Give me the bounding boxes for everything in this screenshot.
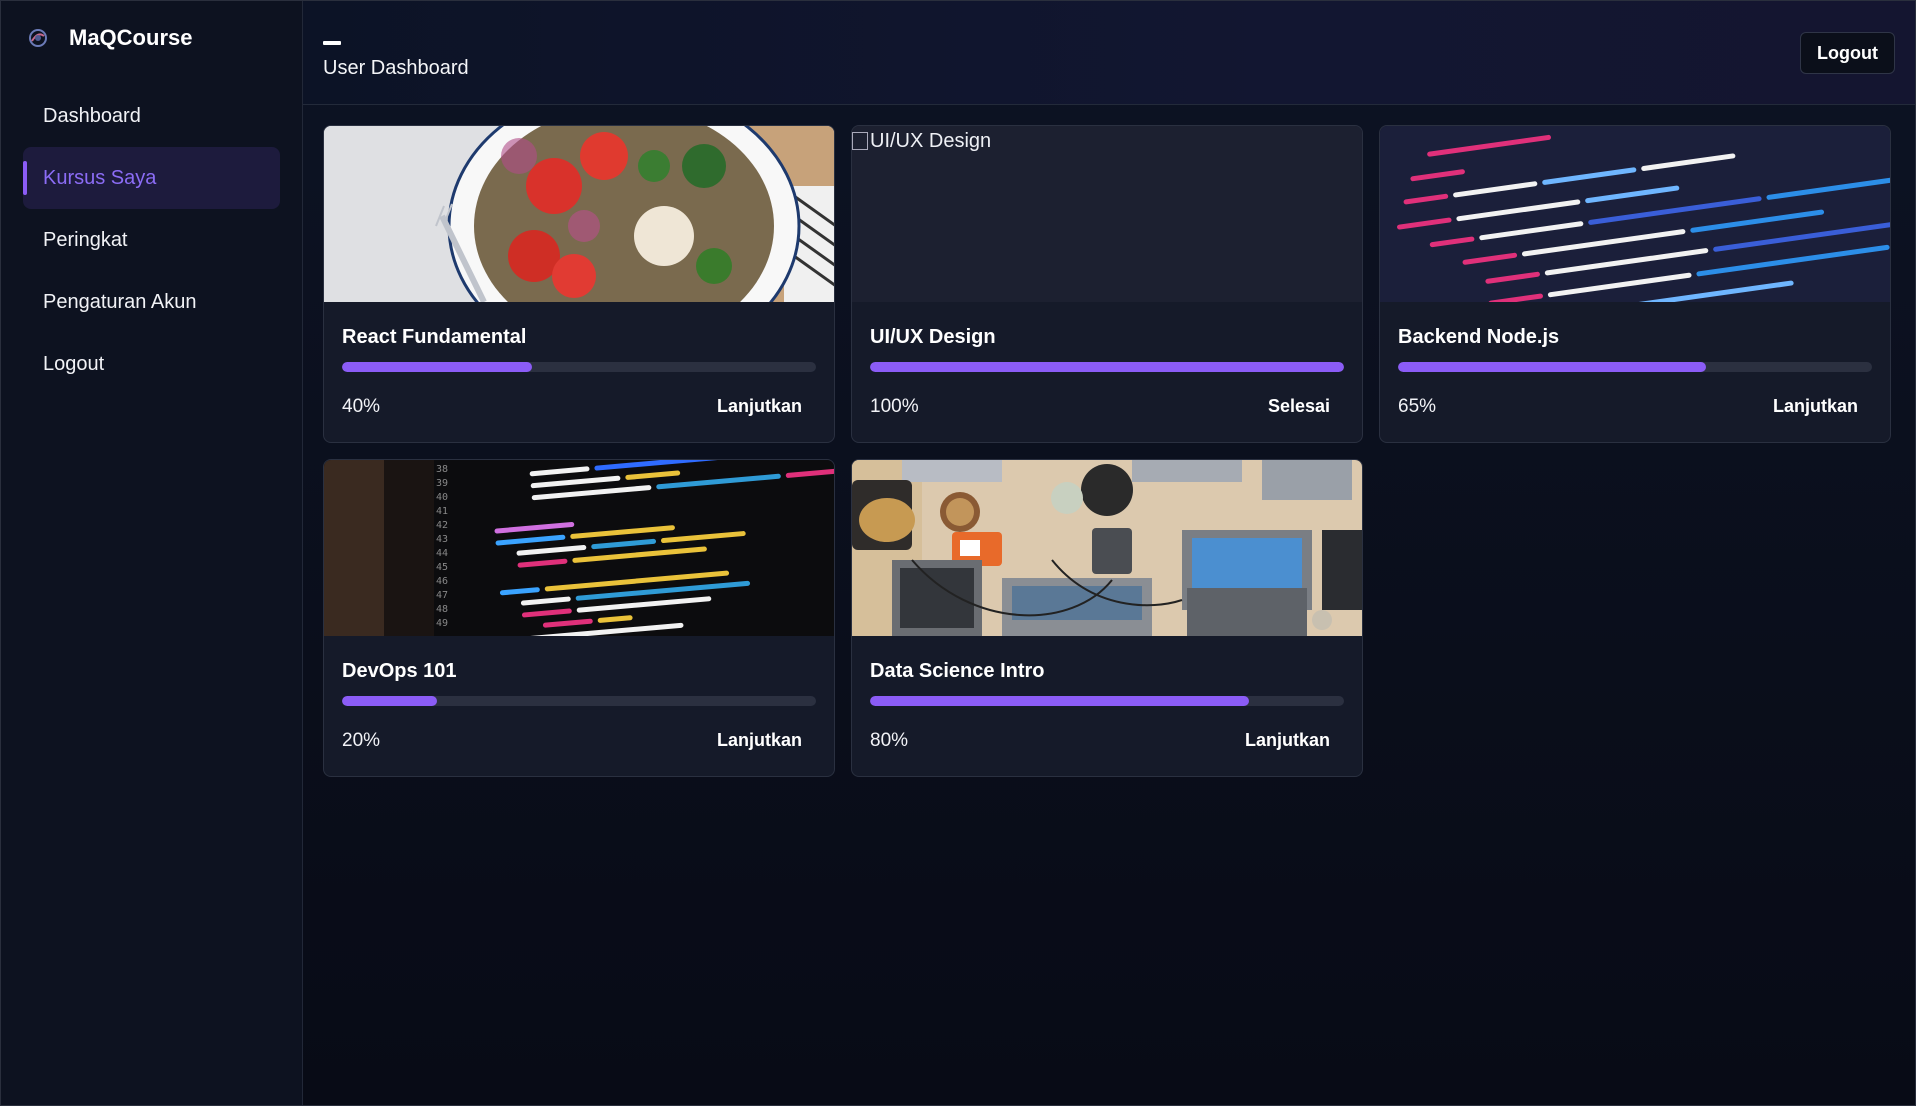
progress-fill [870, 696, 1250, 706]
progress-percent: 65% [1398, 396, 1437, 417]
course-thumbnail [324, 126, 834, 302]
course-thumbnail [1380, 126, 1890, 302]
course-thumbnail: UI/UX Design [852, 126, 1362, 302]
progress-fill [870, 362, 1344, 372]
course-thumbnail [852, 460, 1362, 636]
svg-text:44: 44 [436, 548, 448, 559]
code-screen-photo-icon [1380, 126, 1890, 302]
course-title: React Fundamental [342, 326, 527, 348]
svg-text:42: 42 [436, 520, 448, 531]
sidebar-item-label: Dashboard [43, 104, 141, 127]
progress-percent: 40% [342, 396, 381, 417]
progress-fill [1398, 362, 1707, 372]
svg-text:48: 48 [436, 604, 448, 615]
brand-name: MaQCourse [69, 25, 193, 50]
sidebar-item-label: Kursus Saya [43, 166, 157, 189]
completed-link[interactable]: Selesai [1268, 396, 1330, 417]
sidebar-item-peringkat[interactable]: Peringkat [23, 209, 280, 271]
continue-link[interactable]: Lanjutkan [717, 396, 802, 417]
broken-image-icon [852, 132, 868, 150]
course-title: Backend Node.js [1398, 326, 1560, 348]
topbar: User Dashboard Logout [303, 1, 1915, 105]
sidebar-item-logout[interactable]: Logout [23, 333, 280, 395]
main-content: User Dashboard Logout React Fundamental … [303, 1, 1915, 1105]
svg-text:47: 47 [436, 590, 448, 601]
sidebar-item-label: Pengaturan Akun [43, 290, 197, 313]
sidebar-item-dashboard[interactable]: Dashboard [23, 85, 280, 147]
salad-photo-icon [324, 126, 834, 302]
continue-link[interactable]: Lanjutkan [717, 730, 802, 751]
page-title: User Dashboard [323, 57, 469, 79]
progress-percent: 80% [870, 730, 909, 751]
course-title: UI/UX Design [870, 326, 996, 348]
course-title: DevOps 101 [342, 660, 457, 682]
image-alt-text: UI/UX Design [870, 130, 992, 152]
course-card[interactable]: 38 39 40 41 42 43 44 45 46 47 48 49 DevO… [323, 459, 835, 777]
progress-percent: 100% [870, 396, 919, 417]
python-code-photo-icon: 38 39 40 41 42 43 44 45 46 47 48 49 [324, 460, 834, 636]
progress-bar [870, 362, 1344, 372]
sidebar-item-label: Peringkat [43, 228, 128, 251]
progress-percent: 20% [342, 730, 381, 751]
svg-text:38: 38 [436, 464, 448, 475]
app-window: MaQCourse Dashboard Kursus Saya Peringka… [0, 0, 1916, 1106]
svg-text:49: 49 [436, 618, 448, 629]
sidebar: MaQCourse Dashboard Kursus Saya Peringka… [1, 1, 303, 1105]
progress-bar [342, 362, 816, 372]
progress-bar [1398, 362, 1872, 372]
sidebar-item-pengaturan-akun[interactable]: Pengaturan Akun [23, 271, 280, 333]
sidebar-nav: Dashboard Kursus Saya Peringkat Pengatur… [23, 85, 280, 395]
desk-laptops-photo-icon [852, 460, 1362, 636]
course-card[interactable]: UI/UX Design UI/UX Design 100% Selesai [851, 125, 1363, 443]
svg-text:45: 45 [436, 562, 448, 573]
svg-text:39: 39 [436, 478, 448, 489]
progress-fill [342, 696, 437, 706]
course-card[interactable]: Data Science Intro 80% Lanjutkan [851, 459, 1363, 777]
svg-text:43: 43 [436, 534, 448, 545]
course-card[interactable]: React Fundamental 40% Lanjutkan [323, 125, 835, 443]
progress-bar [342, 696, 816, 706]
svg-text:41: 41 [436, 506, 448, 517]
brand-logo-icon [29, 29, 47, 47]
course-thumbnail: 38 39 40 41 42 43 44 45 46 47 48 49 [324, 460, 834, 636]
progress-bar [870, 696, 1344, 706]
progress-fill [342, 362, 532, 372]
logout-button[interactable]: Logout [1800, 32, 1895, 74]
svg-text:40: 40 [436, 492, 448, 503]
svg-text:46: 46 [436, 576, 448, 587]
course-title: Data Science Intro [870, 660, 1045, 682]
sidebar-item-kursus-saya[interactable]: Kursus Saya [23, 147, 280, 209]
menu-toggle-icon[interactable] [323, 41, 341, 45]
course-card[interactable]: Backend Node.js 65% Lanjutkan [1379, 125, 1891, 443]
continue-link[interactable]: Lanjutkan [1773, 396, 1858, 417]
sidebar-item-label: Logout [43, 352, 105, 375]
continue-link[interactable]: Lanjutkan [1245, 730, 1330, 751]
brand[interactable]: MaQCourse [23, 21, 280, 55]
course-grid: React Fundamental 40% Lanjutkan UI/UX De… [323, 125, 1891, 777]
